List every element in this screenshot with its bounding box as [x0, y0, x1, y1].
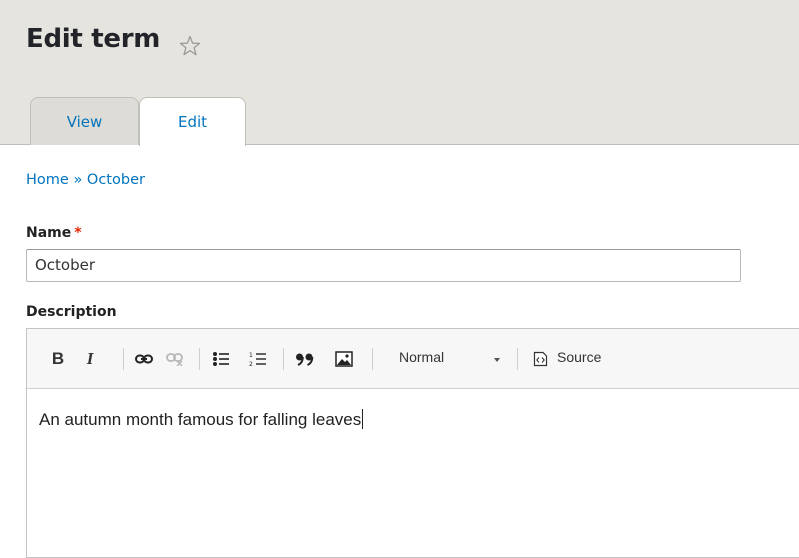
name-input-value: October [35, 256, 96, 274]
svg-text:2: 2 [249, 361, 253, 367]
source-icon[interactable] [530, 346, 550, 372]
editor-text: An autumn month famous for falling leave… [39, 410, 362, 429]
toolbar-separator [123, 348, 124, 370]
tab-view[interactable]: View [30, 97, 139, 145]
name-label: Name * [26, 225, 82, 241]
description-label: Description [26, 304, 117, 320]
name-input[interactable]: October [26, 249, 741, 282]
svg-text:1: 1 [249, 352, 253, 359]
star-outline-icon[interactable] [178, 34, 202, 58]
breadcrumb-home-link[interactable]: Home [26, 172, 69, 188]
toolbar-separator [283, 348, 284, 370]
editor-toolbar: B I 1 2 Normal Source [27, 329, 799, 389]
required-marker: * [74, 225, 82, 241]
italic-button[interactable]: I [82, 346, 98, 372]
tab-edit[interactable]: Edit [139, 97, 246, 146]
toolbar-separator [199, 348, 200, 370]
format-dropdown[interactable]: Normal [399, 349, 444, 365]
blockquote-icon[interactable] [293, 346, 317, 372]
page-title: Edit term [26, 24, 161, 54]
breadcrumb-separator: » [73, 172, 83, 188]
unlink-icon[interactable] [164, 346, 186, 372]
name-label-text: Name [26, 225, 72, 241]
bulleted-list-icon[interactable] [210, 346, 232, 372]
tab-view-label: View [66, 112, 103, 131]
editor-content[interactable]: An autumn month famous for falling leave… [39, 409, 364, 430]
description-editor[interactable]: B I 1 2 Normal Source An autumn month fa… [26, 328, 799, 558]
tab-edit-label: Edit [177, 113, 208, 131]
link-icon[interactable] [133, 346, 155, 372]
toolbar-separator [372, 348, 373, 370]
text-caret [362, 409, 364, 429]
chevron-down-icon[interactable] [494, 358, 500, 362]
image-icon[interactable] [333, 346, 355, 372]
page-header: Edit term View Edit [0, 0, 799, 146]
breadcrumb: Home » October [26, 172, 145, 188]
toolbar-separator [517, 348, 518, 370]
source-button[interactable]: Source [557, 349, 601, 365]
breadcrumb-current-link[interactable]: October [87, 172, 145, 188]
numbered-list-icon[interactable]: 1 2 [247, 346, 269, 372]
bold-button[interactable]: B [49, 346, 67, 372]
